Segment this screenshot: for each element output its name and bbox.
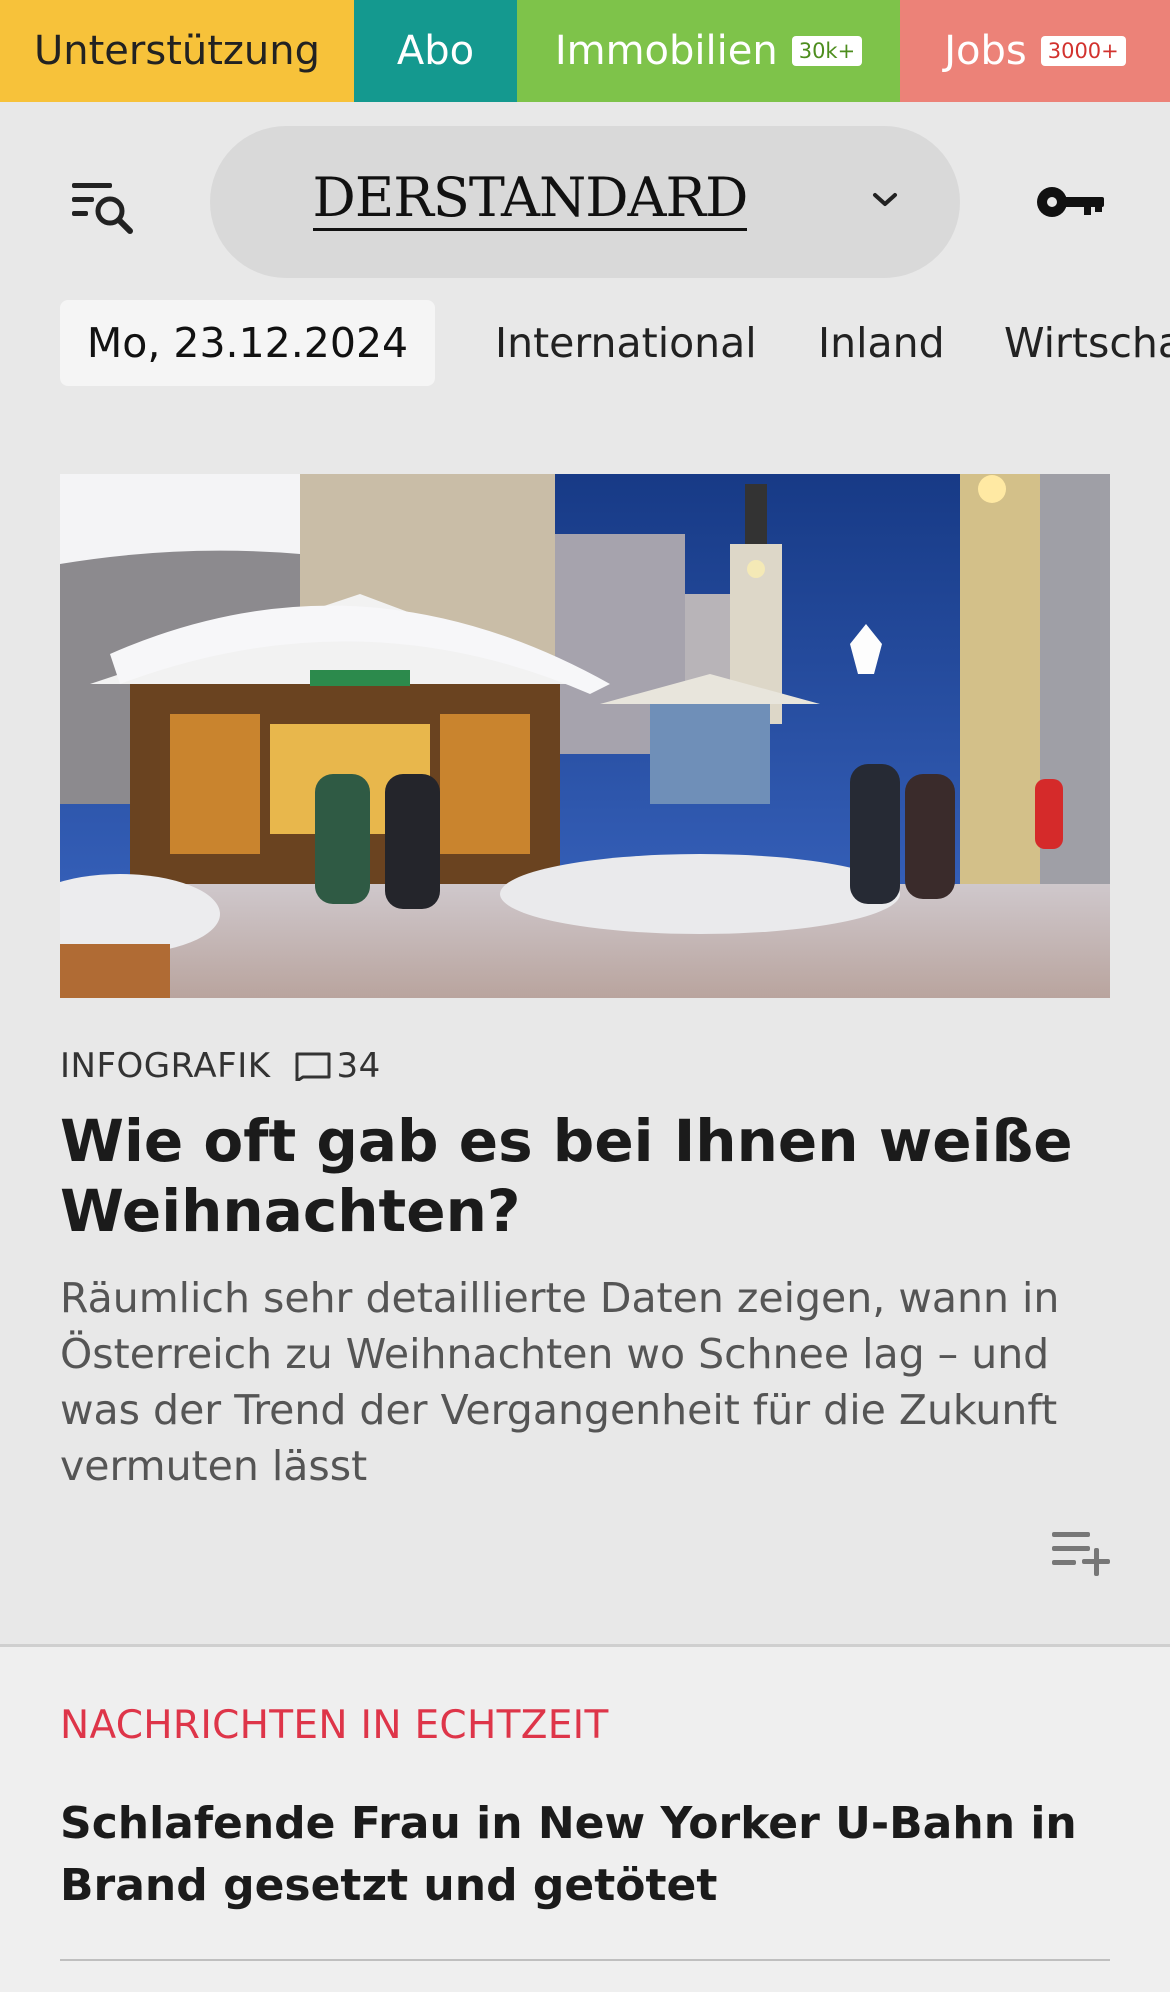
top-bar: Unterstützung Abo Immobilien 30k+ Jobs 300… [0,0,1170,102]
site-header: DERSTANDARD [0,102,1170,302]
section-nav: Mo, 23.12.2024 International Inland Wirt… [0,300,1170,388]
comment-count[interactable]: 34 [293,1046,381,1086]
logo-edition-selector[interactable]: DERSTANDARD [210,126,960,278]
live-news-section: NACHRICHTEN IN ECHTZEIT Schlafende Frau … [0,1647,1170,1992]
abo-label: Abo [396,28,475,74]
live-news-headline[interactable]: Schlafende Frau in New Yorker U-Bahn in … [60,1793,1120,1917]
nav-item-international[interactable]: International [495,300,757,386]
abo-link[interactable]: Abo [354,0,517,102]
news-item-divider [60,1959,1110,1961]
jobs-label: Jobs [944,28,1027,74]
article-teaser: Räumlich sehr detaillierte Daten zeigen,… [60,1274,1060,1490]
nav-item-wirtschaft[interactable]: Wirtscha [1004,300,1170,386]
comment-count-value: 34 [336,1046,381,1086]
comment-icon [295,1052,331,1081]
article-kicker: INFOGRAFIK 34 [60,1040,381,1092]
menu-search-icon[interactable] [70,177,140,237]
key-icon[interactable] [1036,180,1106,224]
add-to-reading-list-icon[interactable] [1050,1528,1112,1578]
chevron-down-icon [870,188,900,212]
immobilien-link[interactable]: Immobilien 30k+ [517,0,900,102]
article-headline[interactable]: Wie oft gab es bei Ihnen weiße Weihnacht… [60,1106,1100,1246]
immobilien-count-badge: 30k+ [791,36,863,66]
article-hero-image[interactable] [60,474,1110,998]
site-logo: DERSTANDARD [312,166,748,231]
support-link[interactable]: Unterstützung [0,0,354,102]
support-label: Unterstützung [33,28,320,74]
immobilien-label: Immobilien [554,28,778,74]
jobs-link[interactable]: Jobs 3000+ [900,0,1170,102]
current-date: Mo, 23.12.2024 [60,300,435,386]
nav-item-inland[interactable]: Inland [818,300,945,386]
kicker-label: INFOGRAFIK [60,1046,271,1086]
live-section-title[interactable]: NACHRICHTEN IN ECHTZEIT [60,1703,609,1748]
jobs-count-badge: 3000+ [1040,36,1126,66]
